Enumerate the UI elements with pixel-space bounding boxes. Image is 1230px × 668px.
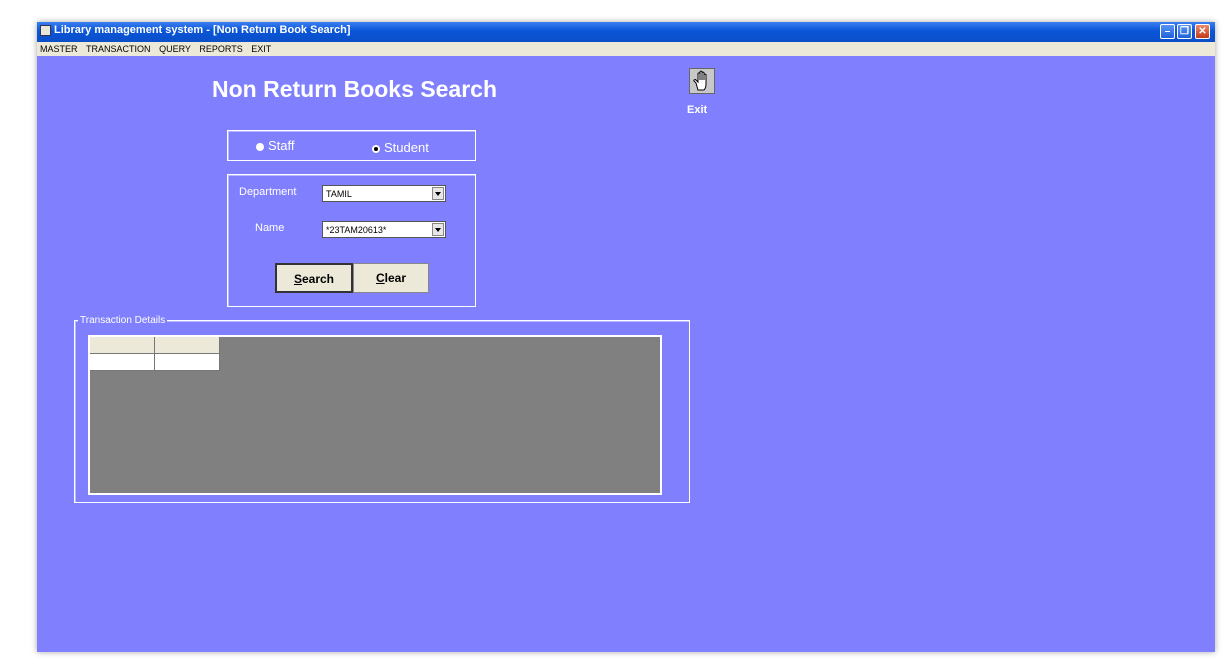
staff-radio[interactable]: Staff [256,138,295,153]
exit-label[interactable]: Exit [687,104,707,116]
close-button[interactable]: ✕ [1195,24,1210,39]
menu-reports[interactable]: REPORTS [196,42,245,56]
restore-button[interactable]: ❐ [1177,24,1192,39]
chevron-down-icon[interactable] [432,187,444,200]
menu-master[interactable]: MASTER [37,42,81,56]
student-radio[interactable]: Student [372,140,429,155]
name-select[interactable]: *23TAM20613* [322,221,446,238]
search-button[interactable]: Search [275,263,353,293]
column-header[interactable] [90,337,155,354]
radio-selected-icon [372,144,380,153]
app-icon [40,25,51,36]
department-label: Department [239,186,297,198]
grid-cell[interactable] [155,354,220,371]
student-label: Student [384,140,429,155]
menu-query[interactable]: QUERY [156,42,194,56]
transaction-grid[interactable] [88,335,662,495]
window-title: Library management system - [Non Return … [54,24,351,36]
menu-transaction[interactable]: TRANSACTION [83,42,154,56]
column-header[interactable] [155,337,220,354]
search-criteria-group: Department TAMIL Name *23TAM20613* Searc… [227,174,476,307]
title-bar[interactable]: Library management system - [Non Return … [37,22,1215,42]
menu-bar: MASTER TRANSACTION QUERY REPORTS EXIT [37,42,1215,56]
page-title: Non Return Books Search [212,76,497,102]
clear-button[interactable]: Clear [353,263,429,293]
radio-indicator-icon [256,142,264,151]
name-label: Name [255,222,285,234]
staff-label: Staff [268,138,295,153]
menu-exit[interactable]: EXIT [248,42,274,56]
department-select[interactable]: TAMIL [322,185,446,202]
minimize-button[interactable]: – [1160,24,1175,39]
grid-cell[interactable] [90,354,155,371]
member-type-group: Staff Student [227,130,476,161]
hand-icon[interactable] [689,68,715,94]
chevron-down-icon[interactable] [432,223,444,236]
transaction-details-legend: Transaction Details [78,315,168,326]
name-value: *23TAM20613* [326,225,387,235]
main-window: Library management system - [Non Return … [37,22,1215,652]
department-value: TAMIL [326,189,352,199]
